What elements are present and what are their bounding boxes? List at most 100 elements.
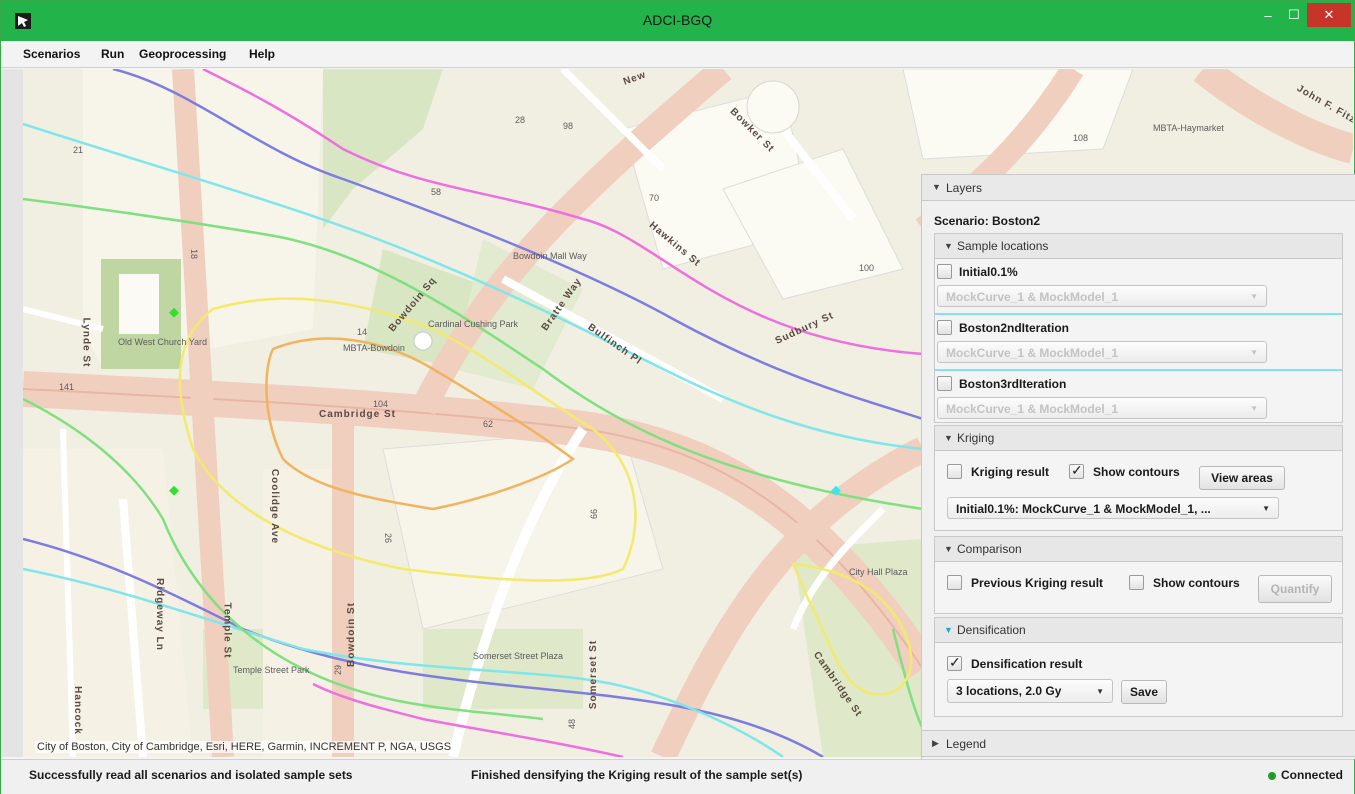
boston3rd-select-value: MockCurve_1 & MockModel_1 [946, 402, 1119, 416]
map-number: 26 [383, 532, 394, 544]
layers-header[interactable]: ▼ Layers [922, 174, 1355, 201]
chevron-down-icon: ▼ [944, 241, 953, 251]
map-number: 108 [1073, 133, 1089, 143]
comparison-title: Comparison [957, 542, 1022, 556]
connection-status: Connected [1281, 768, 1344, 782]
layers-panel: ▼ Layers Scenario: Boston2 ▼ Sample loca… [921, 174, 1355, 759]
densification-result-checkbox[interactable]: ✓ [947, 654, 962, 671]
map-number: 29 [333, 664, 344, 676]
boston2nd-select-value: MockCurve_1 & MockModel_1 [946, 346, 1119, 360]
kriging-result-checkbox[interactable] [947, 464, 962, 479]
legend-header[interactable]: ▶ Legend [922, 730, 1355, 757]
road-label-lynde-st: Lynde St [80, 317, 92, 368]
kriging-header[interactable]: ▼ Kriging [935, 426, 1342, 451]
menu-bar: Scenarios Run Geoprocessing Help [1, 41, 1354, 68]
chevron-down-icon: ▼ [1262, 504, 1270, 513]
map-number: 141 [59, 382, 75, 392]
map-number: 62 [483, 419, 494, 429]
initial-select[interactable]: MockCurve_1 & MockModel_1 ▼ [937, 285, 1267, 307]
map-label-somerset-plaza: Somerset Street Plaza [473, 651, 564, 661]
map-label-cardinal-cushing: Cardinal Cushing Park [428, 319, 519, 329]
map-number: 18 [189, 248, 200, 260]
map-label-mbta-haymarket: MBTA-Haymarket [1153, 123, 1224, 133]
sample-locations-title: Sample locations [957, 239, 1049, 253]
window-title: ADCI-BGQ [642, 12, 713, 28]
menu-run[interactable]: Run [101, 47, 124, 61]
map-number: 14 [357, 327, 368, 337]
sample-locations-section: ▼ Sample locations Initial0.1% MockCurve… [934, 233, 1343, 423]
chevron-down-icon: ▼ [1250, 292, 1258, 301]
app-window: ADCI-BGQ ‒ ☐ ✕ Scenarios Run Geoprocessi… [0, 0, 1355, 794]
boston2nd-select[interactable]: MockCurve_1 & MockModel_1 ▼ [937, 341, 1267, 363]
densification-select[interactable]: 3 locations, 2.0 Gy ▼ [947, 679, 1113, 703]
title-bar: ADCI-BGQ ‒ ☐ ✕ [1, 1, 1354, 41]
map-label-old-west-church: Old West Church Yard [118, 337, 208, 347]
road-label-ridgeway-ln: Ridgeway Ln [153, 578, 165, 651]
map-label-temple-park: Temple Street Park [233, 665, 310, 675]
map-number: 104 [373, 399, 389, 409]
road-label-cambridge-st: Cambridge St [319, 409, 397, 420]
close-button[interactable]: ✕ [1307, 3, 1351, 27]
chevron-down-icon: ▼ [944, 433, 953, 443]
road-label-bowdoin-st: Bowdoin St [346, 602, 357, 667]
map-number: 21 [73, 145, 84, 155]
view-areas-button[interactable]: View areas [1199, 466, 1285, 490]
sample-locations-header[interactable]: ▼ Sample locations [935, 234, 1342, 259]
initial-checkbox[interactable] [937, 264, 952, 279]
comparison-header[interactable]: ▼ Comparison [935, 537, 1342, 562]
menu-scenarios[interactable]: Scenarios [23, 47, 80, 61]
legend-title: Legend [946, 737, 987, 751]
previous-kriging-checkbox[interactable] [947, 575, 962, 590]
map-number: 58 [431, 187, 442, 197]
densification-select-value: 3 locations, 2.0 Gy [956, 684, 1062, 698]
menu-geoprocessing[interactable]: Geoprocessing [139, 47, 226, 61]
kriging-select[interactable]: Initial0.1%: MockCurve_1 & MockModel_1, … [947, 497, 1279, 519]
kriging-result-label: Kriging result [971, 465, 1050, 479]
separator [935, 369, 1342, 371]
quantify-button[interactable]: Quantify [1258, 575, 1332, 603]
chevron-down-icon: ▼ [1096, 687, 1104, 696]
map-number: 66 [589, 508, 600, 520]
boston3rd-select[interactable]: MockCurve_1 & MockModel_1 ▼ [937, 397, 1267, 419]
checkmark-icon: ✓ [949, 654, 961, 670]
comparison-contours-checkbox[interactable] [1129, 575, 1144, 590]
chevron-down-icon: ▼ [1250, 348, 1258, 357]
map-label-city-hall: City Hall Plaza [849, 567, 908, 577]
boston2nd-checkbox[interactable] [937, 320, 952, 335]
boston3rd-checkbox[interactable] [937, 376, 952, 391]
road-label-temple-st: Temple St [221, 602, 233, 659]
chevron-right-icon: ▶ [932, 738, 939, 748]
status-left: Successfully read all scenarios and isol… [29, 768, 353, 782]
kriging-contours-checkbox[interactable]: ✓ [1069, 462, 1084, 479]
map-label-bowdoin-mall: Bowdoin Mall Way [513, 251, 587, 261]
densification-header[interactable]: ▼ Densification [935, 618, 1342, 643]
chevron-down-icon: ▼ [944, 625, 953, 635]
comparison-section: ▼ Comparison Previous Kriging result Sho… [934, 536, 1343, 614]
map-label-mbta-bowdoin: MBTA-Bowdoin [343, 343, 405, 353]
scenario-label: Scenario: Boston2 [934, 214, 1041, 228]
kriging-contours-label: Show contours [1093, 465, 1180, 479]
kriging-title: Kriging [957, 431, 995, 445]
layers-title: Layers [946, 181, 983, 195]
previous-kriging-label: Previous Kriging result [971, 576, 1104, 590]
kriging-section: ▼ Kriging Kriging result ✓ Show contours… [934, 425, 1343, 531]
menu-help[interactable]: Help [249, 47, 275, 61]
map-attribution: City of Boston, City of Cambridge, Esri,… [35, 741, 454, 753]
status-middle: Finished densifying the Kriging result o… [471, 768, 803, 782]
chevron-down-icon: ▼ [944, 544, 953, 554]
chevron-down-icon: ▼ [932, 182, 941, 192]
road-label-coolidge-ave: Coolidge Ave [269, 468, 281, 545]
densification-result-label: Densification result [971, 657, 1083, 671]
maximize-button[interactable]: ☐ [1281, 1, 1307, 29]
minimize-button[interactable]: ‒ [1255, 1, 1281, 29]
boston3rd-label: Boston3rdIteration [959, 377, 1067, 391]
map-number: 100 [859, 263, 875, 273]
map-side-handle[interactable] [1, 69, 24, 757]
map-number: 28 [515, 115, 526, 125]
initial-select-value: MockCurve_1 & MockModel_1 [946, 290, 1119, 304]
comparison-contours-label: Show contours [1153, 576, 1240, 590]
boston2nd-label: Boston2ndIteration [959, 321, 1069, 335]
connection-status-icon [1268, 772, 1276, 780]
road-label-hancock: Hancock [71, 686, 83, 735]
save-button[interactable]: Save [1121, 680, 1167, 704]
